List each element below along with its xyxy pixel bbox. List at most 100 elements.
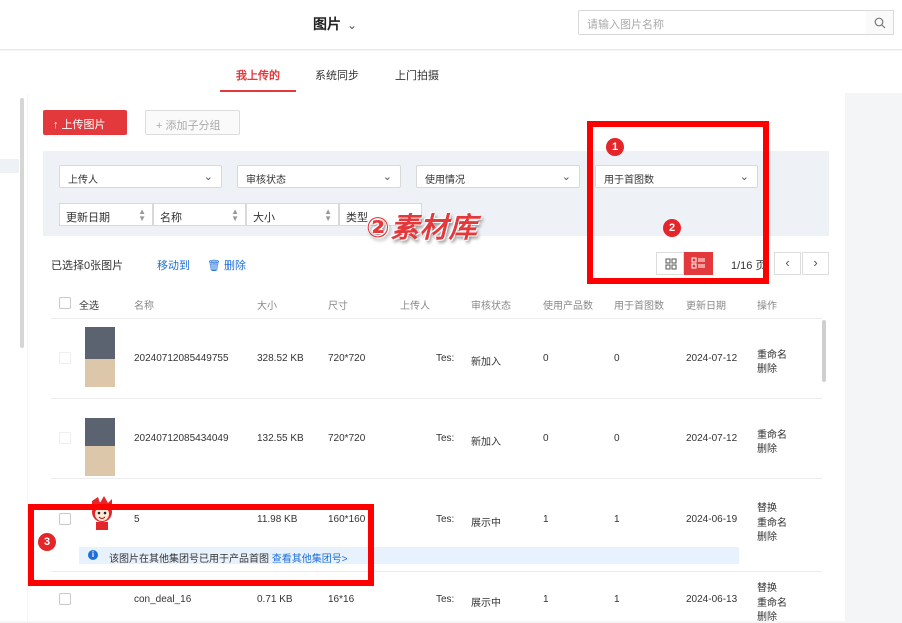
cell-uploader: Tes: [436, 594, 455, 605]
active-tab-indicator [220, 90, 296, 92]
cell-size: 328.52 KB [257, 353, 304, 364]
thumbnail [85, 446, 115, 476]
sort-arrows-icon: ▲ ▼ [138, 207, 146, 223]
cell-products: 0 [543, 353, 549, 364]
uploader-select-value: 上传人 [68, 175, 98, 186]
replace-link[interactable]: 替换 [757, 579, 777, 594]
cell-uploader: Tes: [436, 433, 455, 444]
usage-select[interactable]: 使用情况 ⌄ [416, 165, 580, 188]
select-all-checkbox[interactable] [59, 297, 71, 309]
prev-page-button[interactable]: ‹ [774, 252, 801, 275]
cell-dims: 720*720 [328, 353, 366, 364]
app-title: 图片 [313, 16, 341, 32]
left-nav [0, 93, 27, 621]
sort-label: 名称 [160, 212, 182, 224]
top-bar: 图片 ⌄ 请输入图片名称 [0, 0, 902, 50]
cell-uploader: Tes: [436, 353, 455, 364]
sort-name[interactable]: 名称 ▲ ▼ [153, 203, 246, 226]
sort-label: 类型 [346, 212, 368, 224]
add-subgroup-button[interactable]: + 添加子分组 [145, 110, 240, 135]
rename-link[interactable]: 重命名 [757, 426, 787, 441]
chevron-right-icon: › [813, 255, 818, 270]
thumbnail [85, 418, 115, 446]
cell-date: 2024-06-19 [686, 514, 738, 525]
uploader-select[interactable]: 上传人 ⌄ [59, 165, 222, 188]
search-button[interactable] [866, 10, 894, 35]
review-status-select-value: 审核状态 [246, 175, 286, 186]
chevron-down-icon: ⌄ [203, 171, 213, 183]
sort-label: 大小 [253, 212, 275, 224]
upload-image-button[interactable]: ↑ 上传图片 [43, 110, 127, 135]
cell-products: 0 [543, 433, 549, 444]
tab-onsite-shoot[interactable]: 上门拍摄 [395, 67, 439, 83]
tab-system-sync[interactable]: 系统同步 [315, 67, 359, 83]
delete-link[interactable]: 删除 [757, 440, 777, 455]
divider [51, 478, 822, 479]
col-header-actions: 操作 [757, 301, 777, 312]
move-to-link[interactable]: 移动到 [157, 257, 190, 273]
row-checkbox[interactable] [59, 593, 71, 605]
usage-select-value: 使用情况 [425, 175, 465, 186]
divider [51, 318, 822, 319]
cell-dims: 720*720 [328, 433, 366, 444]
cell-covers: 0 [614, 433, 620, 444]
delete-link[interactable]: 删除 [757, 360, 777, 375]
cell-covers[interactable]: 1 [614, 594, 620, 605]
row-checkbox[interactable] [59, 432, 71, 444]
rename-link[interactable]: 重命名 [757, 514, 787, 529]
cell-size: 132.55 KB [257, 433, 304, 444]
chevron-down-icon: ⌄ [561, 171, 571, 183]
cell-date: 2024-06-13 [686, 594, 738, 605]
search-icon [874, 17, 886, 29]
sort-size[interactable]: 大小 ▲ ▼ [246, 203, 339, 226]
tab-bar: 我上传的 系统同步 上门拍摄 [0, 51, 902, 93]
review-status-select[interactable]: 审核状态 ⌄ [237, 165, 401, 188]
chevron-left-icon: ‹ [785, 255, 790, 270]
selected-count: 已选择0张图片 [51, 260, 124, 272]
left-nav-selected-item[interactable] [0, 159, 19, 173]
next-page-button[interactable]: › [802, 252, 829, 275]
annotation-frame-notice [28, 504, 374, 586]
cell-status: 展示中 [471, 598, 501, 609]
cell-products[interactable]: 1 [543, 514, 549, 525]
rename-link[interactable]: 重命名 [757, 346, 787, 361]
cell-name: 20240712085449755 [134, 353, 229, 364]
replace-link[interactable]: 替换 [757, 499, 777, 514]
cell-name: con_deal_16 [134, 594, 192, 605]
sort-arrows-icon: ▲ ▼ [324, 207, 332, 223]
cell-status: 展示中 [471, 518, 501, 529]
thumbnail [85, 359, 115, 387]
col-header-uploader: 上传人 [400, 301, 430, 312]
divider [51, 398, 822, 399]
app-title-dropdown[interactable]: 图片 ⌄ [313, 14, 357, 34]
cell-uploader: Tes: [436, 514, 455, 525]
sort-update-date[interactable]: 更新日期 ▲ ▼ [59, 203, 153, 226]
search-input[interactable]: 请输入图片名称 [578, 10, 867, 35]
left-nav-scrollbar[interactable] [20, 98, 24, 348]
col-header-date: 更新日期 [686, 301, 726, 312]
chevron-down-icon: ⌄ [382, 171, 392, 183]
bulk-delete-label: 删除 [224, 260, 247, 272]
col-header-name: 名称 [134, 301, 154, 312]
delete-link[interactable]: 删除 [757, 528, 777, 543]
cell-covers[interactable]: 1 [614, 514, 620, 525]
cell-date: 2024-07-12 [686, 353, 738, 364]
cell-products[interactable]: 1 [543, 594, 549, 605]
rename-link[interactable]: 重命名 [757, 594, 787, 609]
row-checkbox[interactable] [59, 352, 71, 364]
cell-status: 新加入 [471, 437, 501, 448]
cell-size: 0.71 KB [257, 594, 293, 605]
bulk-delete-link[interactable]: 🗑 删除 [207, 257, 246, 273]
sort-arrows-icon: ▲ ▼ [231, 207, 239, 223]
cell-status: 新加入 [471, 357, 501, 368]
search-placeholder: 请输入图片名称 [587, 19, 664, 31]
annotation-marker-3: 3 [38, 533, 56, 551]
cell-name: 20240712085434049 [134, 433, 229, 444]
chevron-down-icon: ⌄ [347, 18, 358, 32]
col-header-dims: 尺寸 [328, 301, 348, 312]
sort-label: 更新日期 [66, 212, 110, 224]
tab-my-uploads[interactable]: 我上传的 [236, 67, 280, 83]
trash-icon: 🗑 [207, 260, 221, 272]
table-scrollbar[interactable] [822, 320, 826, 382]
watermark-logo: ②素材库 [366, 212, 478, 243]
